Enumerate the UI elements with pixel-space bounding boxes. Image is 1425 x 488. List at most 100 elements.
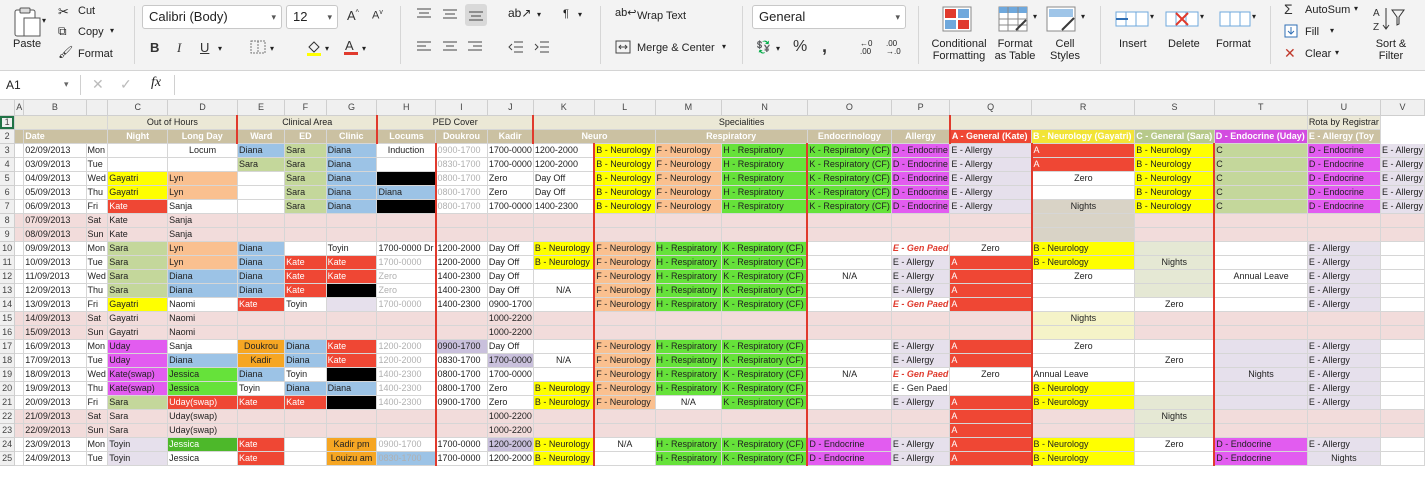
rota-cell[interactable]: Diana <box>326 185 378 200</box>
rota-cell[interactable]: D - Endocrine <box>807 437 892 452</box>
align-top-icon[interactable] <box>416 7 432 26</box>
rota-cell[interactable]: E - Allergy <box>949 157 1033 172</box>
column-header[interactable]: V <box>1380 100 1425 116</box>
rota-cell[interactable] <box>237 423 286 438</box>
rota-cell[interactable]: 1200-2000 <box>435 255 488 270</box>
rota-cell[interactable]: Sara <box>107 241 169 256</box>
paste-icon[interactable] <box>12 6 42 38</box>
rota-cell[interactable] <box>1134 269 1216 284</box>
rota-cell[interactable] <box>721 423 809 438</box>
rota-cell[interactable]: D - Endocrine <box>1307 199 1381 214</box>
cell[interactable] <box>14 367 25 382</box>
row-header[interactable]: 6 <box>0 185 16 200</box>
column-title-locums[interactable]: Locums <box>376 129 437 144</box>
rota-cell[interactable] <box>376 409 437 424</box>
rota-cell[interactable]: E - Allergy <box>1307 367 1381 382</box>
cell-styles-button[interactable]: Cell Styles <box>1040 38 1090 62</box>
decrease-decimal-icon[interactable]: .00 →.0 <box>886 40 901 56</box>
rota-cell[interactable] <box>1380 311 1425 326</box>
rota-cell[interactable]: N/A <box>655 395 723 410</box>
rota-cell[interactable] <box>326 297 378 312</box>
rota-cell[interactable]: Diana <box>284 353 327 368</box>
rota-cell[interactable]: Diana <box>237 283 286 298</box>
rota-cell[interactable]: 0830-1700 <box>435 353 488 368</box>
rota-cell[interactable] <box>1214 423 1308 438</box>
rota-cell[interactable]: A <box>1031 157 1136 172</box>
weekday-cell[interactable]: Fri <box>86 297 109 312</box>
rota-cell[interactable]: A <box>949 283 1033 298</box>
rota-cell[interactable]: F - Neurology <box>594 339 656 354</box>
rota-cell[interactable]: B - Neurology <box>594 143 656 158</box>
rota-cell[interactable] <box>1214 409 1308 424</box>
rota-cell[interactable]: 1200-2000 <box>487 451 534 466</box>
paste-dropdown-icon[interactable]: ▾ <box>42 16 46 25</box>
rota-cell[interactable]: H - Respiratory <box>721 143 809 158</box>
rota-cell[interactable] <box>807 409 892 424</box>
date-cell[interactable]: 09/09/2013 <box>23 241 87 256</box>
row-header[interactable]: 20 <box>0 381 16 396</box>
wrap-text-button[interactable]: Wrap Text <box>637 10 686 22</box>
cell[interactable] <box>14 339 25 354</box>
rota-cell[interactable]: Nights <box>1307 451 1381 466</box>
align-center-icon[interactable] <box>442 40 458 59</box>
underline-button[interactable]: U <box>200 40 209 55</box>
weekday-cell[interactable]: Sat <box>86 409 109 424</box>
align-left-icon[interactable] <box>416 40 432 59</box>
rota-cell[interactable]: F - Neurology <box>594 381 656 396</box>
rota-cell[interactable]: K - Respiratory (CF) <box>721 339 809 354</box>
rota-cell[interactable]: B - Neurology <box>533 241 596 256</box>
date-cell[interactable]: 23/09/2013 <box>23 437 87 452</box>
rota-cell[interactable]: 0800-1700 <box>435 171 488 186</box>
rota-cell[interactable]: B - Neurology <box>1031 255 1136 270</box>
rota-cell[interactable]: Zero <box>1134 353 1216 368</box>
rota-cell[interactable]: K - Respiratory (CF) <box>721 451 809 466</box>
rota-cell[interactable]: A <box>949 255 1033 270</box>
rota-cell[interactable]: 1700-0000 <box>487 367 534 382</box>
rota-cell[interactable]: 1000-2200 <box>487 311 534 326</box>
rota-cell[interactable] <box>435 423 488 438</box>
rota-cell[interactable]: B - Neurology <box>1031 437 1136 452</box>
rota-cell[interactable]: E - Gen Paed <box>891 381 951 396</box>
rota-cell[interactable]: E - Gen Paed <box>891 241 951 256</box>
rota-cell[interactable]: A <box>949 409 1033 424</box>
column-title-doukrou[interactable]: Doukrou <box>435 129 488 144</box>
rota-cell[interactable]: Zero <box>487 395 534 410</box>
rota-cell[interactable]: Day Off <box>533 171 596 186</box>
row-header[interactable]: 17 <box>0 339 16 354</box>
rota-cell[interactable] <box>533 423 596 438</box>
rota-cell[interactable] <box>376 157 437 172</box>
date-cell[interactable]: 19/09/2013 <box>23 381 87 396</box>
rota-cell[interactable]: Doukrou <box>237 339 286 354</box>
autosum-icon[interactable]: Σ <box>1284 1 1293 17</box>
rota-cell[interactable]: Kate <box>237 451 286 466</box>
rota-cell[interactable]: B - Neurology <box>533 395 596 410</box>
rota-cell[interactable] <box>376 311 437 326</box>
row-header[interactable]: 21 <box>0 395 16 410</box>
rota-cell[interactable] <box>721 213 809 228</box>
rota-cell[interactable]: H - Respiratory <box>655 451 723 466</box>
rota-cell[interactable]: E - Allergy <box>1380 143 1425 158</box>
rota-cell[interactable]: K - Respiratory (CF) <box>807 143 892 158</box>
select-all-corner[interactable] <box>0 100 16 116</box>
rota-cell[interactable]: Diana <box>284 381 327 396</box>
rota-cell[interactable]: H - Respiratory <box>721 157 809 172</box>
rota-cell[interactable]: Zero <box>949 241 1033 256</box>
rota-cell[interactable]: Sara <box>107 423 169 438</box>
accounting-dropdown-icon[interactable]: ▾ <box>776 44 780 53</box>
rota-cell[interactable]: Diana <box>284 339 327 354</box>
rota-cell[interactable]: D - Endocrine <box>1307 171 1381 186</box>
rota-cell[interactable] <box>1134 381 1216 396</box>
rota-cell[interactable] <box>1380 437 1425 452</box>
rota-cell[interactable]: Lyn <box>167 185 238 200</box>
rota-cell[interactable] <box>807 255 892 270</box>
rota-cell[interactable] <box>237 311 286 326</box>
rota-cell[interactable]: Day Off <box>487 269 534 284</box>
rota-cell[interactable]: K - Respiratory (CF) <box>721 395 809 410</box>
rota-cell[interactable] <box>594 325 656 340</box>
conditional-formatting-icon[interactable] <box>942 6 972 37</box>
rota-cell[interactable]: Diana <box>237 367 286 382</box>
column-title-allergy[interactable]: Allergy <box>891 129 951 144</box>
rota-cell[interactable]: Diana <box>326 199 378 214</box>
rota-cell[interactable]: Sara <box>107 409 169 424</box>
rota-cell[interactable]: E - Allergy <box>891 395 951 410</box>
